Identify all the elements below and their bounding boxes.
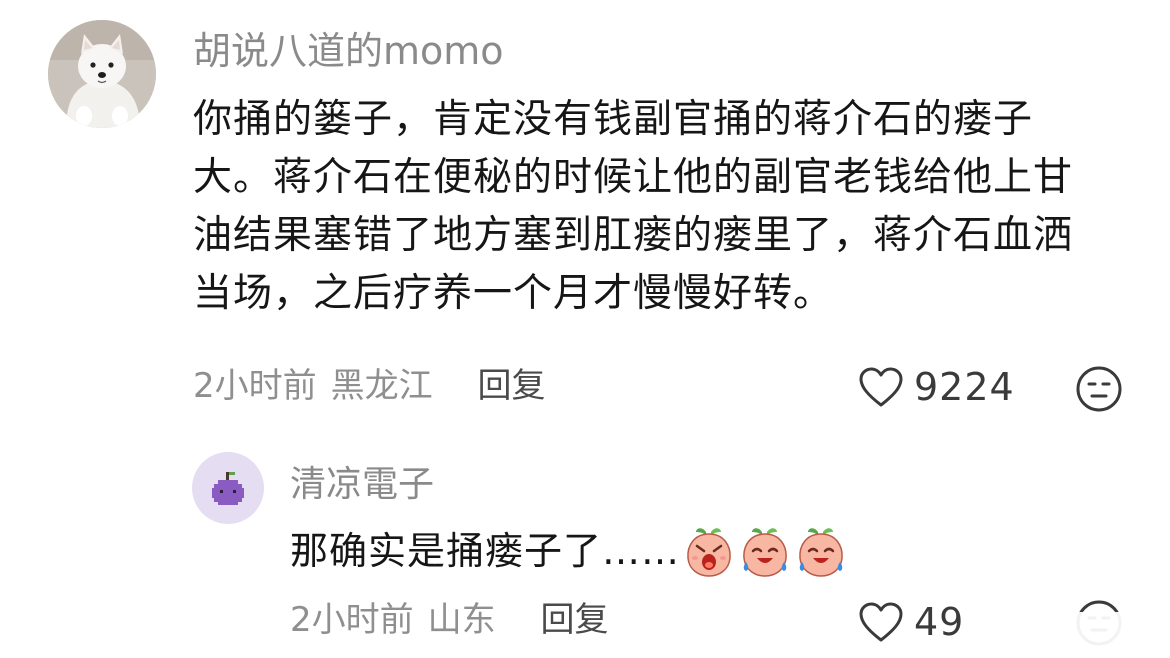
crying-peach-emoji-icon [738,524,792,578]
unamused-face-icon [1076,366,1122,412]
comment-main: 胡说八道的momo 你捅的篓子，肯定没有钱副官捅的蒋介石的瘘子 大。蒋介石在便秘… [0,0,1170,440]
heart-outline-icon [859,602,903,642]
avatar[interactable] [192,452,264,524]
comment-body-line: 你捅的篓子，肯定没有钱副官捅的蒋介石的瘘子 [193,97,1034,142]
comment-location: 山东 [427,600,496,640]
comment-meta: 2小时前 山东 回复 [290,598,608,642]
comment-body-line: 大。蒋介石在便秘的时候让他的副官老钱给他上甘 [193,155,1074,200]
like-button[interactable]: 49 [858,597,964,647]
samoyed-dog-avatar-image [48,20,156,128]
like-button[interactable]: 9224 [858,362,1015,412]
comment-location: 黑龙江 [330,366,433,406]
heart-outline-icon [859,367,903,407]
comment-body-text: 那确实是捅瘘子了…… [290,529,681,573]
comment-body: 那确实是捅瘘子了…… [290,523,848,579]
shocked-peach-emoji-icon [682,524,736,578]
comment-body-line: 油结果塞错了地方塞到肛瘘的瘘里了，蒋介石血洒 [193,213,1074,258]
purple-fruit-pixel-avatar-image [192,452,264,524]
comment-time: 2小时前 [290,600,414,640]
comment-time: 2小时前 [193,366,317,406]
comment-body: 你捅的篓子，肯定没有钱副官捅的蒋介石的瘘子 大。蒋介石在便秘的时候让他的副官老钱… [193,91,1133,323]
watermark-overlay [960,612,1170,652]
like-count: 9224 [914,365,1015,409]
comment-body-line: 当场，之后疗养一个月才慢慢好转。 [193,271,834,316]
avatar[interactable] [48,20,156,128]
crying-peach-emoji-icon [794,524,848,578]
comment-meta: 2小时前 黑龙江 回复 [193,364,545,408]
dislike-button[interactable] [1074,364,1124,414]
username[interactable]: 胡说八道的momo [193,27,504,75]
reply-button[interactable]: 回复 [540,598,608,642]
reply-button[interactable]: 回复 [477,364,545,408]
username[interactable]: 清凉電子 [290,462,434,508]
like-count: 49 [914,600,965,644]
